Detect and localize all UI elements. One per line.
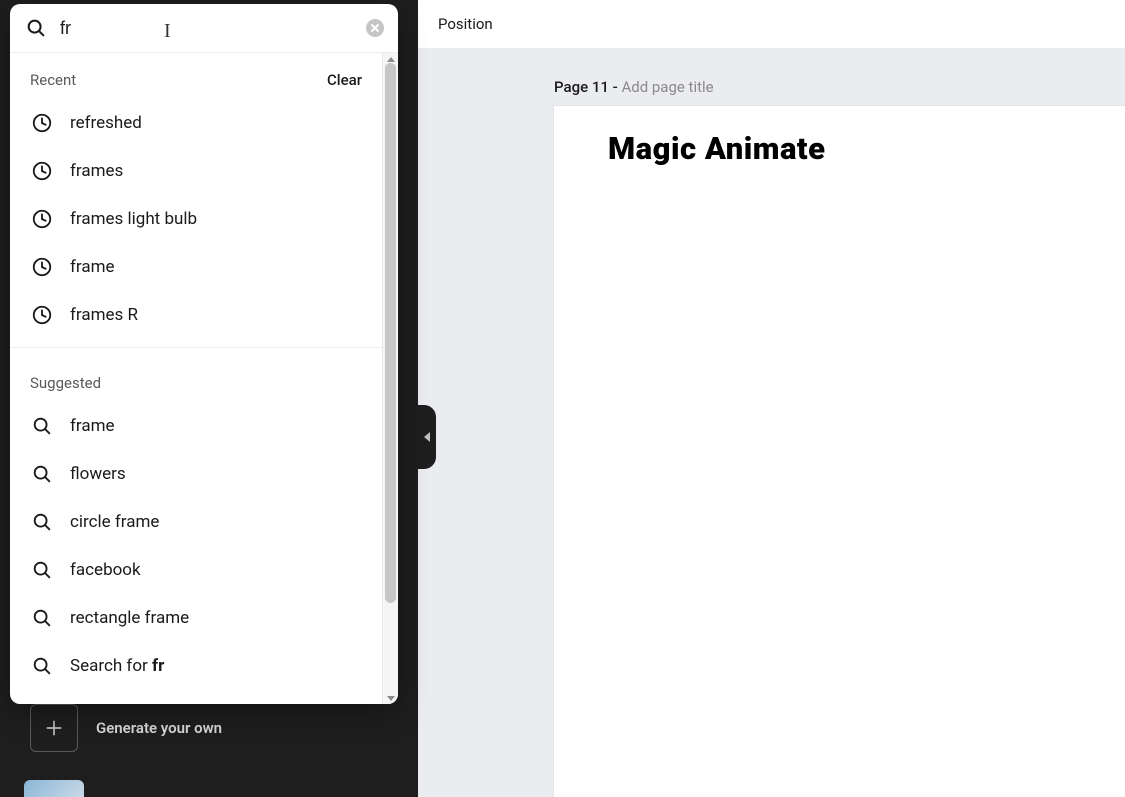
search-icon xyxy=(30,606,54,630)
generate-your-own-row[interactable]: Generate your own xyxy=(30,704,222,752)
recent-item[interactable]: frames light bulb xyxy=(10,195,382,243)
clock-icon xyxy=(30,255,54,279)
canvas-heading-text[interactable]: Magic Animate xyxy=(608,130,825,167)
recent-section-header: Recent Clear xyxy=(10,53,382,99)
suggested-section-header: Suggested xyxy=(10,356,382,402)
recent-label: Recent xyxy=(30,71,76,89)
search-icon xyxy=(30,414,54,438)
suggested-item[interactable]: circle frame xyxy=(10,498,382,546)
search-for-query: fr xyxy=(152,656,164,676)
suggested-item-label: flowers xyxy=(70,464,126,484)
search-icon xyxy=(30,558,54,582)
page-header[interactable]: Page 11 - Add page title xyxy=(554,78,714,96)
canvas-page[interactable]: Magic Animate xyxy=(554,106,1125,797)
recent-item-label: frames xyxy=(70,161,123,181)
scrollbar-thumb[interactable] xyxy=(385,63,396,603)
suggested-item[interactable]: rectangle frame xyxy=(10,594,382,642)
recent-item-label: frame xyxy=(70,257,115,277)
search-input[interactable] xyxy=(60,18,354,39)
recent-item-label: frames R xyxy=(70,305,138,325)
result-thumbnail[interactable] xyxy=(24,780,84,797)
plus-icon xyxy=(30,704,78,752)
search-for-prefix: Search for xyxy=(70,656,152,676)
scrollbar[interactable] xyxy=(382,53,398,704)
divider xyxy=(10,347,382,348)
suggested-item-label: circle frame xyxy=(70,512,159,532)
search-bar: I xyxy=(10,4,398,53)
suggested-item-label: rectangle frame xyxy=(70,608,189,628)
suggested-label: Suggested xyxy=(30,374,101,392)
clear-search-icon[interactable] xyxy=(366,19,384,37)
suggested-item[interactable]: frame xyxy=(10,402,382,450)
top-toolbar: Position xyxy=(418,0,1125,48)
recent-item[interactable]: frame xyxy=(10,243,382,291)
search-icon xyxy=(30,510,54,534)
recent-item[interactable]: frames xyxy=(10,147,382,195)
clock-icon xyxy=(30,303,54,327)
collapse-sidebar-handle[interactable] xyxy=(418,405,436,469)
canvas-area: Page 11 - Add page title Magic Animate xyxy=(418,48,1125,797)
page-title-placeholder[interactable]: Add page title xyxy=(621,78,713,96)
clock-icon xyxy=(30,207,54,231)
page-number-label: Page 11 - xyxy=(554,78,621,96)
position-button[interactable]: Position xyxy=(438,15,493,33)
suggested-item[interactable]: facebook xyxy=(10,546,382,594)
clock-icon xyxy=(30,111,54,135)
clear-recent-button[interactable]: Clear xyxy=(327,71,362,89)
search-dropdown: I Recent Clear refreshed frames frames l… xyxy=(10,4,398,704)
search-icon xyxy=(30,462,54,486)
generate-label: Generate your own xyxy=(96,719,222,737)
recent-item[interactable]: refreshed xyxy=(10,99,382,147)
search-icon xyxy=(30,654,54,678)
recent-item[interactable]: frames R xyxy=(10,291,382,339)
suggested-item[interactable]: flowers xyxy=(10,450,382,498)
search-for-row[interactable]: Search for fr xyxy=(10,642,382,690)
recent-item-label: refreshed xyxy=(70,113,142,133)
clock-icon xyxy=(30,159,54,183)
scroll-down-arrow-icon[interactable] xyxy=(383,692,398,704)
suggested-item-label: frame xyxy=(70,416,115,436)
recent-item-label: frames light bulb xyxy=(70,209,197,229)
search-icon xyxy=(24,16,48,40)
suggested-item-label: facebook xyxy=(70,560,141,580)
